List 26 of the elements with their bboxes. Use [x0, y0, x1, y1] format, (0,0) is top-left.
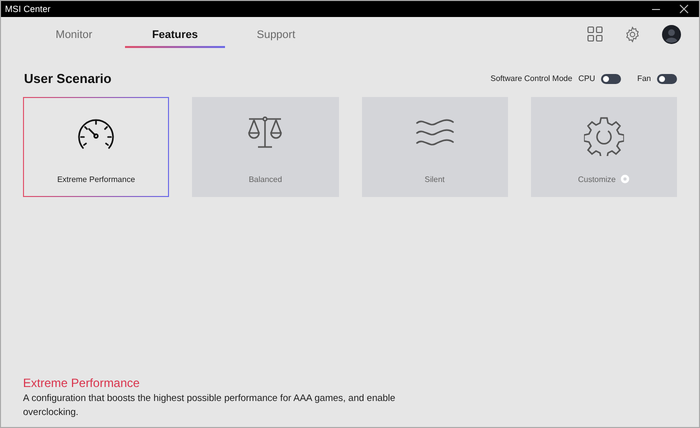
balance-scale-icon [246, 116, 284, 150]
scenario-label: Balanced [248, 175, 282, 184]
close-icon[interactable] [679, 4, 689, 14]
description-text: A configuration that boosts the highest possible performance for AAA games, and enable overclocking. [23, 392, 396, 419]
scenario-label: Silent [424, 175, 445, 184]
control-mode-label: Software Control Mode [490, 74, 572, 83]
gear-icon [584, 116, 624, 156]
grid-icon[interactable] [587, 26, 603, 42]
tab[interactable]: Support [226, 20, 326, 48]
description-title: Extreme Performance [23, 376, 141, 390]
scenario-label: Customize [578, 174, 616, 184]
toggle-switch[interactable] [601, 74, 622, 84]
scenario-card[interactable]: Silent [362, 97, 508, 197]
settings-icon[interactable] [624, 26, 641, 42]
scenario-card[interactable]: Customize [530, 97, 677, 197]
tab[interactable]: Monitor [24, 20, 124, 48]
avatar-icon[interactable] [662, 24, 681, 44]
scenario-label: Extreme Performance [57, 175, 136, 184]
section-title: User Scenario [24, 71, 112, 86]
scenario-card[interactable]: Balanced [192, 97, 338, 197]
window-title: MSI Center [5, 4, 51, 14]
toggle-switch[interactable] [657, 74, 677, 84]
toggle-label: Fan [637, 74, 651, 83]
tab[interactable]: Features [125, 20, 225, 48]
scenario-card[interactable]: Extreme Performance [23, 97, 170, 197]
toggle-label: CPU [578, 74, 596, 83]
